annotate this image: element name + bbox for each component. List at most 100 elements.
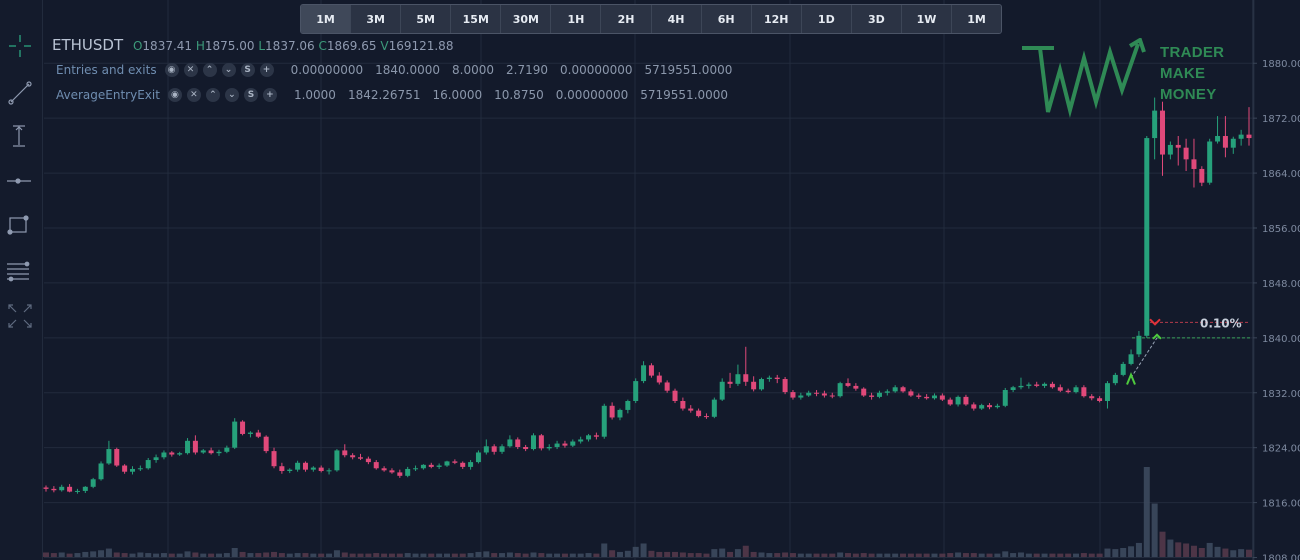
candle bbox=[1246, 107, 1252, 146]
candle bbox=[444, 460, 450, 467]
candle bbox=[287, 468, 293, 474]
chevron-up-icon[interactable]: ⌃ bbox=[205, 88, 220, 102]
timeframe-4h-button[interactable]: 4H bbox=[651, 5, 702, 33]
timeframe-5m-button[interactable]: 5M bbox=[401, 5, 452, 33]
candle bbox=[255, 429, 261, 439]
timeframe-1w-button[interactable]: 1W bbox=[901, 5, 953, 33]
volume-bar bbox=[278, 553, 285, 557]
timeframe-30m-button[interactable]: 30M bbox=[501, 5, 552, 33]
timeframe-1m-button[interactable]: 1M bbox=[952, 5, 1001, 33]
volume-bar bbox=[286, 553, 293, 557]
close-icon[interactable]: ✕ bbox=[183, 63, 198, 77]
rectangle-icon[interactable] bbox=[3, 209, 37, 243]
close-value: 1869.65 bbox=[326, 39, 377, 53]
volume-bar bbox=[1159, 531, 1166, 557]
candle bbox=[570, 439, 576, 447]
candle bbox=[1089, 394, 1095, 401]
timeframe-15m-button[interactable]: 15M bbox=[451, 5, 502, 33]
y-tick-label: 1816.00 bbox=[1262, 499, 1300, 510]
candle bbox=[491, 444, 497, 455]
chevron-down-icon[interactable]: ⌄ bbox=[224, 88, 239, 102]
candle bbox=[310, 466, 316, 472]
volume-bar bbox=[365, 553, 372, 557]
candle bbox=[680, 397, 686, 411]
eye-icon[interactable]: ◉ bbox=[164, 63, 179, 77]
timeframe-3d-button[interactable]: 3D bbox=[851, 5, 902, 33]
volume-bar bbox=[58, 552, 65, 557]
timeframe-12h-button[interactable]: 12H bbox=[751, 5, 802, 33]
volume-bar bbox=[648, 550, 655, 557]
volume-bar bbox=[215, 553, 222, 557]
candle bbox=[1183, 138, 1189, 172]
volume-bar bbox=[318, 553, 325, 557]
timeframe-2h-button[interactable]: 2H bbox=[601, 5, 652, 33]
candle bbox=[1026, 382, 1032, 389]
y-tick-label: 1864.00 bbox=[1262, 169, 1300, 180]
indicator-value: 1842.26751 bbox=[347, 88, 421, 102]
candle bbox=[900, 385, 906, 393]
volume-bar bbox=[947, 553, 954, 557]
volume-bar bbox=[43, 552, 49, 557]
candle bbox=[876, 390, 882, 399]
candle bbox=[688, 405, 694, 413]
indicator-name[interactable]: Entries and exits bbox=[56, 63, 157, 77]
candle bbox=[405, 466, 411, 478]
candle bbox=[892, 385, 898, 393]
candle bbox=[845, 378, 851, 388]
volume-bar bbox=[1222, 548, 1229, 557]
candle bbox=[1081, 385, 1087, 398]
fib-levels-icon[interactable] bbox=[3, 254, 37, 288]
logo-text-trader: TRADER bbox=[1160, 44, 1225, 61]
chevron-down-icon[interactable]: ⌄ bbox=[221, 63, 236, 77]
open-key: O bbox=[132, 39, 143, 53]
candle bbox=[1136, 330, 1142, 358]
crosshair-icon[interactable] bbox=[3, 29, 37, 63]
timeframe-3m-button[interactable]: 3M bbox=[351, 5, 402, 33]
timeframe-1m-button[interactable]: 1M bbox=[301, 5, 352, 33]
candle bbox=[994, 403, 1000, 409]
volume-bar bbox=[388, 553, 395, 557]
drawing-toolbar bbox=[0, 0, 43, 560]
volume-bar bbox=[1128, 546, 1135, 557]
candle bbox=[216, 449, 222, 456]
indicator-name[interactable]: AverageEntryExit bbox=[56, 88, 160, 102]
trendline-icon[interactable] bbox=[3, 76, 37, 110]
add-icon[interactable]: + bbox=[262, 88, 277, 102]
candle bbox=[365, 456, 371, 465]
candle bbox=[979, 403, 985, 410]
eye-icon[interactable]: ◉ bbox=[167, 88, 182, 102]
vertical-measure-icon[interactable] bbox=[3, 119, 37, 153]
candle bbox=[908, 389, 914, 397]
symbol-label[interactable]: ETHUSDT bbox=[52, 36, 123, 54]
candle bbox=[1120, 361, 1126, 377]
volume-bar bbox=[1065, 553, 1072, 557]
candle bbox=[122, 464, 128, 474]
timeframe-6h-button[interactable]: 6H bbox=[701, 5, 752, 33]
volume-bar bbox=[349, 553, 356, 557]
candle bbox=[397, 469, 403, 478]
add-icon[interactable]: + bbox=[259, 63, 274, 77]
timeframe-1h-button[interactable]: 1H bbox=[551, 5, 602, 33]
candle bbox=[703, 413, 709, 419]
y-tick-label: 1824.00 bbox=[1262, 444, 1300, 455]
candle bbox=[350, 453, 356, 460]
volume-bar bbox=[66, 553, 73, 557]
close-icon[interactable]: ✕ bbox=[186, 88, 201, 102]
fullscreen-icon[interactable] bbox=[3, 299, 37, 333]
candle bbox=[798, 392, 804, 400]
volume-bar bbox=[168, 553, 175, 557]
timeframe-1d-button[interactable]: 1D bbox=[801, 5, 852, 33]
candle bbox=[774, 374, 780, 384]
volume-bar bbox=[459, 553, 466, 557]
volume-bar bbox=[1238, 549, 1245, 557]
candle bbox=[821, 390, 827, 398]
volume-bar bbox=[129, 553, 136, 557]
settings-icon[interactable]: S bbox=[240, 63, 255, 77]
settings-icon[interactable]: S bbox=[243, 88, 258, 102]
candle bbox=[98, 461, 104, 481]
chevron-up-icon[interactable]: ⌃ bbox=[202, 63, 217, 77]
horizontal-line-icon[interactable] bbox=[3, 164, 37, 198]
volume-bar bbox=[50, 553, 57, 557]
candle bbox=[114, 447, 120, 467]
volume-bar bbox=[774, 553, 781, 557]
